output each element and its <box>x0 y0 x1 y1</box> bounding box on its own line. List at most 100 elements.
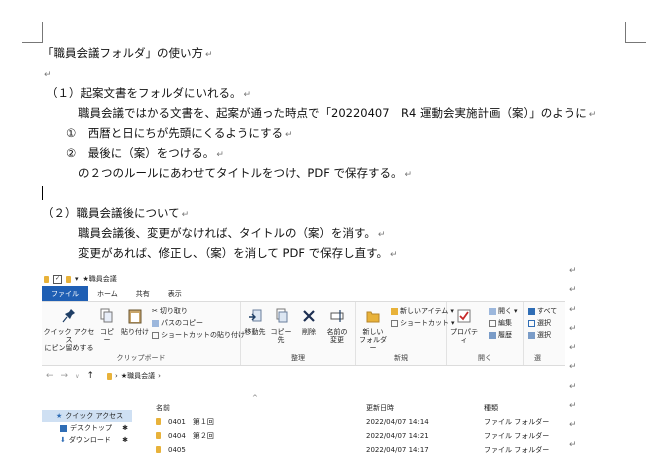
file-list: 名前 ^ 更新日時 種類 0401 第１回 2022/04/07 14:14 フ… <box>152 394 565 457</box>
navigation-bar: ← → ∨ ↑ › ★職員会議 › <box>42 366 565 386</box>
nav-item-downloads[interactable]: ⬇ ダウンロード ✱ <box>42 434 132 446</box>
move-to-button[interactable]: 移動先 <box>243 308 267 336</box>
address-path: ★職員会議 <box>120 372 156 380</box>
download-icon: ⬇ <box>60 436 66 444</box>
paste-button[interactable]: 貼り付け <box>121 308 149 336</box>
organize-group: 移動先 コピー先 削除 名前の 変更 整理 <box>241 302 356 365</box>
table-row[interactable]: 0404 第２回 2022/04/07 14:21 ファイル フォルダー <box>152 429 565 443</box>
history-button[interactable]: 履歴 <box>489 330 512 340</box>
delete-button[interactable]: 削除 <box>299 308 319 336</box>
properties-button[interactable]: プロパティ <box>449 308 479 344</box>
new-folder-button[interactable]: 新しい フォルダー <box>358 308 388 352</box>
sort-chevron-icon: ^ <box>252 394 258 402</box>
back-arrow-icon[interactable]: ← <box>46 371 54 381</box>
column-modified[interactable]: 更新日時 <box>366 403 394 413</box>
doc-section-1-text: 職員会議ではかる文書を、起案が通った時点で「20220407 R4 運動会実施計… <box>78 106 597 120</box>
history-dropdown-icon[interactable]: ∨ <box>75 373 79 380</box>
forward-arrow-icon[interactable]: → <box>61 371 69 381</box>
folder-icon <box>156 445 161 453</box>
table-row[interactable]: 0401 第１回 2022/04/07 14:14 ファイル フォルダー <box>152 415 565 429</box>
move-to-icon <box>249 309 262 322</box>
open-group: プロパティ 開く ▾ 編集 履歴 開く <box>447 302 524 365</box>
folder-icon <box>107 372 113 380</box>
easy-access-button[interactable]: ショートカット ▾ <box>391 318 455 328</box>
address-bar[interactable]: › ★職員会議 › <box>107 371 161 381</box>
delete-x-icon <box>303 310 315 322</box>
crop-mark-top-right <box>625 22 646 43</box>
new-group: 新しい フォルダー 新しいアイテム ▾ ショートカット ▾ 新規 <box>356 302 455 365</box>
explorer-screenshot: ✓ ▾ ★職員会議 ファイル ホーム 共有 表示 クイック アクセス にピン留め… <box>42 272 565 457</box>
paste-shortcut-button[interactable]: ショートカットの貼り付け <box>152 330 245 340</box>
chevron-right-icon: › <box>158 372 161 380</box>
dropdown-icon: ▾ <box>514 307 518 315</box>
clipboard-group-label: クリップボード <box>116 354 166 362</box>
doc-empty-line: ↵ <box>44 70 52 80</box>
pin-icon: ✱ <box>122 436 128 444</box>
tab-view[interactable]: 表示 <box>159 286 191 301</box>
doc-section-1: （１）起案文書をフォルダにいれる。 ↵ <box>46 86 252 100</box>
select-all-button[interactable]: すべて <box>528 306 557 316</box>
copy-path-icon <box>152 319 159 327</box>
column-name[interactable]: 名前 <box>156 403 170 413</box>
column-type[interactable]: 種類 <box>484 403 498 413</box>
folder-icon <box>66 275 71 283</box>
select-group: すべて 選択 選択 選 <box>524 302 565 365</box>
select-none-button[interactable]: 選択 <box>528 318 551 328</box>
nav-item-quick-access[interactable]: ★ クイック アクセス <box>42 410 132 422</box>
select-all-icon <box>528 307 535 315</box>
folder-icon <box>44 275 49 283</box>
edit-button[interactable]: 編集 <box>489 318 512 328</box>
invert-selection-button[interactable]: 選択 <box>528 330 551 340</box>
up-arrow-icon[interactable]: ↑ <box>87 371 95 381</box>
copy-button[interactable]: コピー <box>97 308 117 344</box>
properties-check-icon <box>457 309 471 323</box>
ribbon: クイック アクセス にピン留めする コピー 貼り付け ✂ 切り取り パスのコピー … <box>42 302 565 366</box>
checkbox-icon: ✓ <box>53 274 62 284</box>
doc-section-2-text-2: 変更があれば、修正し、（案）を消して PDF で保存し直す。 ↵ <box>78 246 398 260</box>
open-button[interactable]: 開く ▾ <box>489 306 518 316</box>
paste-icon <box>128 309 142 324</box>
shortcut-icon <box>391 319 398 327</box>
new-group-label: 新規 <box>394 354 408 362</box>
open-group-label: 開く <box>478 354 492 362</box>
tab-file[interactable]: ファイル <box>42 286 88 301</box>
copy-icon <box>100 308 113 323</box>
organize-group-label: 整理 <box>291 354 305 362</box>
desktop-icon <box>60 424 67 432</box>
table-row[interactable]: 0405 2022/04/07 14:17 ファイル フォルダー <box>152 443 565 457</box>
pin-icon <box>62 309 75 323</box>
paste-shortcut-icon <box>152 331 159 339</box>
new-item-button[interactable]: 新しいアイテム ▾ <box>391 306 454 316</box>
doc-section-2-text-1: 職員会議後、変更がなければ、タイトルの（案）を消す。 ↵ <box>78 226 386 240</box>
window-title: ★職員会議 <box>82 275 117 283</box>
new-item-icon <box>391 307 398 315</box>
pin-quick-access-button[interactable]: クイック アクセス にピン留めする <box>43 308 95 352</box>
scissors-icon: ✂ <box>152 307 158 315</box>
clipboard-group: クイック アクセス にピン留めする コピー 貼り付け ✂ 切り取り パスのコピー … <box>42 302 245 365</box>
navigation-pane: ★ クイック アクセス デスクトップ ✱ ⬇ ダウンロード ✱ <box>42 410 132 457</box>
copy-to-icon <box>276 308 288 323</box>
rename-icon <box>330 310 344 322</box>
ribbon-tabs: ファイル ホーム 共有 表示 <box>42 286 565 302</box>
edit-icon <box>489 319 496 327</box>
file-list-header: 名前 ^ 更新日時 種類 <box>152 394 565 415</box>
folder-icon <box>156 417 161 425</box>
tab-share[interactable]: 共有 <box>127 286 159 301</box>
folder-icon <box>156 431 161 439</box>
copy-to-button[interactable]: コピー先 <box>269 308 293 344</box>
copy-path-button[interactable]: パスのコピー <box>152 318 203 328</box>
history-icon <box>489 331 496 339</box>
paragraph-marks-column: ↵ ↵ ↵ ↵ ↵ ↵ ↵ ↵ ↵ ↵ <box>569 266 577 450</box>
select-none-icon <box>528 319 535 327</box>
nav-item-desktop[interactable]: デスクトップ ✱ <box>42 422 132 434</box>
doc-rule-2: ② 最後に（案）をつける。 ↵ <box>66 146 224 160</box>
invert-selection-icon <box>528 331 535 339</box>
new-folder-icon <box>366 311 380 323</box>
doc-heading: 「職員会議フォルダ」の使い方 ↵ <box>42 46 213 60</box>
chevron-right-icon: › <box>115 372 118 380</box>
cut-button[interactable]: ✂ 切り取り <box>152 306 188 316</box>
rename-button[interactable]: 名前の 変更 <box>323 308 351 344</box>
select-group-label: 選 <box>534 354 541 362</box>
doc-rule-1: ① 西暦と日にちが先頭にくるようにする ↵ <box>66 126 293 140</box>
tab-home[interactable]: ホーム <box>88 286 127 301</box>
